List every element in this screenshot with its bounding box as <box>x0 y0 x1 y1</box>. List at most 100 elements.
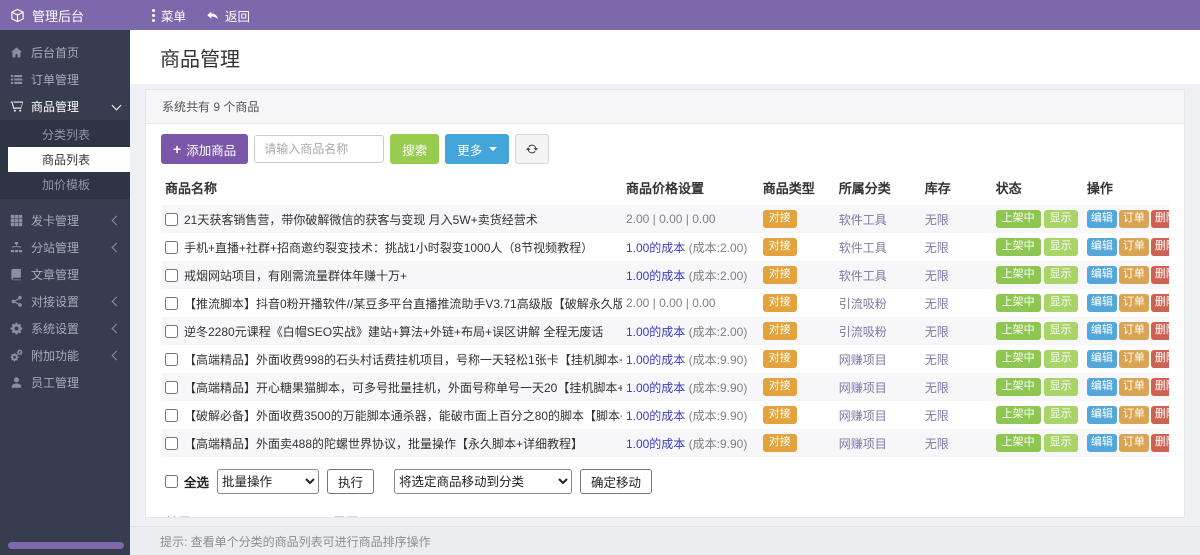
delete-button[interactable]: 删除 <box>1150 434 1169 452</box>
confirm-move-button[interactable]: 确定移动 <box>580 469 653 494</box>
price-cost-link[interactable]: 1.00的成本 <box>626 353 685 367</box>
order-button[interactable]: 订单 <box>1118 350 1149 368</box>
order-button[interactable]: 订单 <box>1118 210 1149 228</box>
row-checkbox[interactable] <box>165 436 178 450</box>
status-on-badge[interactable]: 上架中 <box>995 238 1041 256</box>
status-on-badge[interactable]: 上架中 <box>995 406 1041 424</box>
sidebar-subitem-category-list[interactable]: 分类列表 <box>0 122 130 147</box>
delete-button[interactable]: 删除 <box>1150 350 1169 368</box>
menu-toggle[interactable]: 菜单 <box>152 6 186 25</box>
status-on-badge[interactable]: 上架中 <box>995 322 1041 340</box>
move-category-select[interactable]: 将选定商品移动到分类 <box>394 469 573 494</box>
edit-button[interactable]: 编辑 <box>1086 266 1117 284</box>
edit-button[interactable]: 编辑 <box>1086 210 1117 228</box>
sidebar-item-articles[interactable]: 文章管理 <box>0 261 130 288</box>
edit-button[interactable]: 编辑 <box>1086 350 1117 368</box>
delete-button[interactable]: 删除 <box>1150 378 1169 396</box>
sidebar-item-staff[interactable]: 员工管理 <box>0 369 130 396</box>
status-show-badge[interactable]: 显示 <box>1043 238 1078 256</box>
status-on-badge[interactable]: 上架中 <box>995 294 1041 312</box>
status-on-badge[interactable]: 上架中 <box>995 210 1041 228</box>
gears-icon <box>10 349 23 362</box>
sidebar-item-substation[interactable]: 分站管理 <box>0 234 130 261</box>
pagination-prev[interactable]: « <box>221 514 228 517</box>
delete-button[interactable]: 删除 <box>1150 266 1169 284</box>
pagination-last[interactable]: 尾页 <box>333 512 359 517</box>
status-on-badge[interactable]: 上架中 <box>995 350 1041 368</box>
price-cost-link[interactable]: 1.00的成本 <box>626 381 685 395</box>
row-checkbox[interactable] <box>165 212 178 226</box>
status-show-badge[interactable]: 显示 <box>1043 266 1078 284</box>
sidebar-item-products[interactable]: 商品管理 <box>0 93 130 120</box>
status-on-badge[interactable]: 上架中 <box>995 434 1041 452</box>
product-name: 【高端精品】外面收费998的石头村话费挂机项目，号称一天轻松1张卡【挂机脚本+详… <box>184 352 622 367</box>
edit-button[interactable]: 编辑 <box>1086 378 1117 396</box>
delete-button[interactable]: 删除 <box>1150 406 1169 424</box>
status-show-badge[interactable]: 显示 <box>1043 322 1078 340</box>
row-checkbox[interactable] <box>165 268 178 282</box>
price-cost-link[interactable]: 1.00的成本 <box>626 409 685 423</box>
category-cell: 引流吸粉 <box>838 296 887 311</box>
brand[interactable]: 管理后台 <box>0 6 130 25</box>
sidebar-subitem-markup-template[interactable]: 加价模板 <box>0 172 130 197</box>
table-header-row: 商品名称 商品价格设置 商品类型 所属分类 库存 状态 操作 <box>161 172 1169 205</box>
price-cost-link[interactable]: 1.00的成本 <box>626 269 685 283</box>
sidebar-hscrollbar[interactable] <box>8 542 124 549</box>
row-checkbox[interactable] <box>165 380 178 394</box>
status-show-badge[interactable]: 显示 <box>1043 294 1078 312</box>
price-cost-link[interactable]: 1.00的成本 <box>626 437 685 451</box>
row-checkbox[interactable] <box>165 296 178 310</box>
sidebar-item-system-settings[interactable]: 系统设置 <box>0 315 130 342</box>
row-checkbox[interactable] <box>165 408 178 422</box>
delete-button[interactable]: 删除 <box>1150 294 1169 312</box>
edit-button[interactable]: 编辑 <box>1086 238 1117 256</box>
order-button[interactable]: 订单 <box>1118 266 1149 284</box>
edit-button[interactable]: 编辑 <box>1086 406 1117 424</box>
order-button[interactable]: 订单 <box>1118 238 1149 256</box>
batch-action-select[interactable]: 批量操作 <box>217 469 320 494</box>
delete-button[interactable]: 删除 <box>1150 210 1169 228</box>
status-show-badge[interactable]: 显示 <box>1043 434 1078 452</box>
sidebar-item-docking[interactable]: 对接设置 <box>0 288 130 315</box>
pagination-first[interactable]: 首页 <box>165 512 191 517</box>
row-checkbox[interactable] <box>165 324 178 338</box>
status-on-badge[interactable]: 上架中 <box>995 266 1041 284</box>
pagination-current[interactable]: 1 <box>258 514 265 517</box>
edit-button[interactable]: 编辑 <box>1086 434 1117 452</box>
sidebar-item-card-management[interactable]: 发卡管理 <box>0 207 130 234</box>
price-cost-link[interactable]: 1.00的成本 <box>626 241 685 255</box>
sidebar-item-orders[interactable]: 订单管理 <box>0 66 130 93</box>
delete-button[interactable]: 删除 <box>1150 322 1169 340</box>
edit-button[interactable]: 编辑 <box>1086 294 1117 312</box>
select-all-checkbox[interactable] <box>165 475 178 488</box>
plus-icon: + <box>173 141 182 157</box>
home-icon <box>10 46 23 59</box>
execute-button[interactable]: 执行 <box>327 469 375 494</box>
search-input[interactable] <box>254 135 385 163</box>
row-checkbox[interactable] <box>165 240 178 254</box>
delete-button[interactable]: 删除 <box>1150 238 1169 256</box>
price-cost-link[interactable]: 1.00的成本 <box>626 325 685 339</box>
row-checkbox[interactable] <box>165 352 178 366</box>
order-button[interactable]: 订单 <box>1118 294 1149 312</box>
search-button[interactable]: 搜索 <box>390 134 440 164</box>
order-button[interactable]: 订单 <box>1118 322 1149 340</box>
more-button[interactable]: 更多 <box>445 134 510 164</box>
status-show-badge[interactable]: 显示 <box>1043 350 1078 368</box>
pagination-next[interactable]: » <box>295 514 302 517</box>
sidebar-subitem-product-list[interactable]: 商品列表 <box>8 147 130 172</box>
refresh-button[interactable] <box>515 134 550 164</box>
bulk-actions-bar: 全选 批量操作 执行 将选定商品移动到分类 确定移动 <box>161 469 1169 494</box>
status-show-badge[interactable]: 显示 <box>1043 378 1078 396</box>
back-link[interactable]: 返回 <box>206 6 250 25</box>
order-button[interactable]: 订单 <box>1118 434 1149 452</box>
status-on-badge[interactable]: 上架中 <box>995 378 1041 396</box>
status-show-badge[interactable]: 显示 <box>1043 406 1078 424</box>
edit-button[interactable]: 编辑 <box>1086 322 1117 340</box>
add-product-button[interactable]: + 添加商品 <box>161 134 249 164</box>
status-show-badge[interactable]: 显示 <box>1043 210 1078 228</box>
order-button[interactable]: 订单 <box>1118 406 1149 424</box>
sidebar-item-dashboard[interactable]: 后台首页 <box>0 39 130 66</box>
order-button[interactable]: 订单 <box>1118 378 1149 396</box>
sidebar-item-addons[interactable]: 附加功能 <box>0 342 130 369</box>
